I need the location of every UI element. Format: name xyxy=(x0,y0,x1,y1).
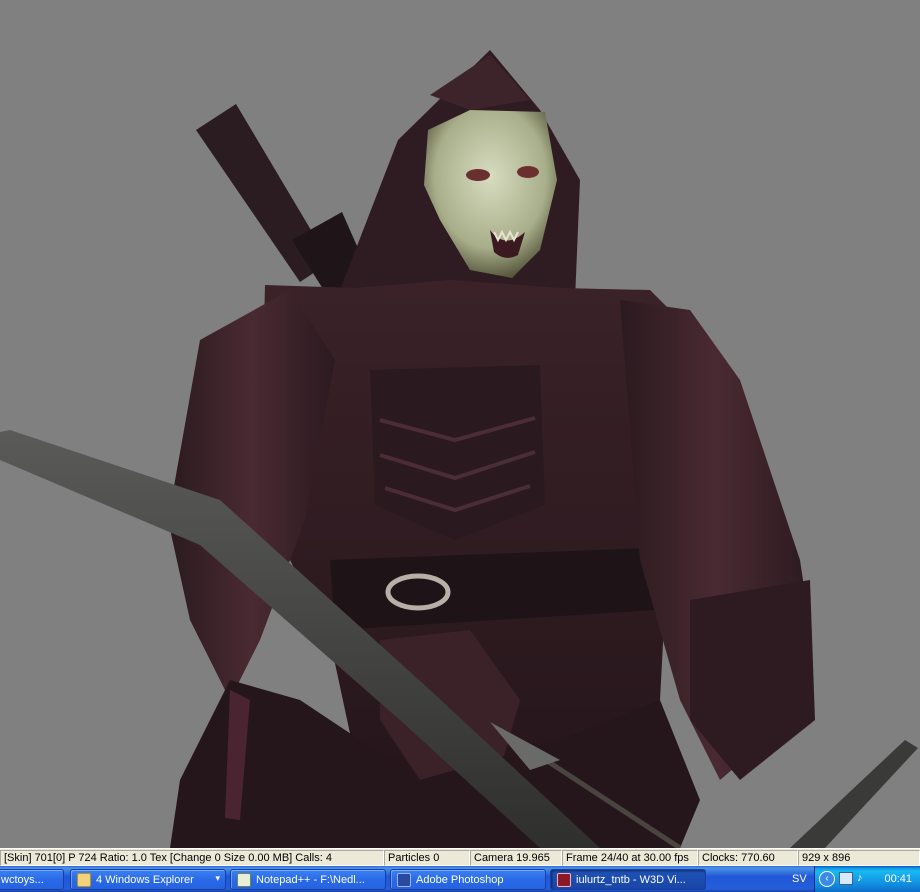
chevron-down-icon: ▾ xyxy=(215,873,220,883)
status-particles: Particles 0 xyxy=(384,849,470,866)
status-resolution: 929 x 896 xyxy=(798,849,920,866)
status-bar: [Skin] 701[0] P 724 Ratio: 1.0 Tex [Chan… xyxy=(0,848,920,866)
system-tray: ‹ ♪ 00:41 xyxy=(814,866,920,892)
status-skin-info: [Skin] 701[0] P 724 Ratio: 1.0 Tex [Chan… xyxy=(0,849,384,866)
network-icon[interactable] xyxy=(839,872,853,885)
w3d-viewer-icon xyxy=(557,872,571,887)
taskbar-item-label: Adobe Photoshop xyxy=(416,873,504,886)
taskbar-item-notepad[interactable]: Notepad++ - F:\Nedl... xyxy=(230,869,386,890)
taskbar-item-photoshop[interactable]: Adobe Photoshop xyxy=(390,869,546,890)
folder-icon xyxy=(77,872,91,887)
orc-model-render xyxy=(0,50,918,848)
taskbar-item-label: 4 Windows Explorer xyxy=(96,873,194,886)
3d-viewport[interactable] xyxy=(0,0,920,848)
clock[interactable]: 00:41 xyxy=(884,873,912,885)
tray-expand-icon[interactable]: ‹ xyxy=(819,871,835,887)
taskbar-item-w3d-viewer[interactable]: iulurtz_tntb - W3D Vi... xyxy=(550,869,706,890)
photoshop-icon xyxy=(397,872,411,887)
status-clocks: Clocks: 770.60 xyxy=(698,849,798,866)
taskbar-item-label: wctoys... xyxy=(1,873,44,886)
status-camera: Camera 19.965 xyxy=(470,849,562,866)
taskbar-item-label: iulurtz_tntb - W3D Vi... xyxy=(576,873,686,886)
status-frame: Frame 24/40 at 30.00 fps xyxy=(562,849,698,866)
taskbar-item-wctoys[interactable]: wctoys... xyxy=(0,869,64,890)
language-indicator[interactable]: SV xyxy=(792,873,807,885)
taskbar-item-label: Notepad++ - F:\Nedl... xyxy=(256,873,365,886)
notepad-icon xyxy=(237,872,251,887)
taskbar-item-windows-explorer[interactable]: 4 Windows Explorer ▾ xyxy=(70,869,226,890)
volume-icon[interactable]: ♪ xyxy=(857,872,871,885)
taskbar: wctoys... 4 Windows Explorer ▾ Notepad++… xyxy=(0,866,920,892)
